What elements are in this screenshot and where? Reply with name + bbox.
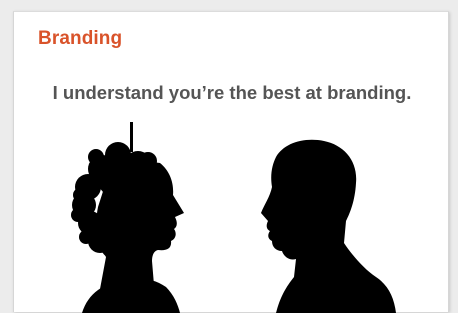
- silhouettes-illustration: [71, 122, 396, 313]
- man-silhouette: [261, 139, 396, 313]
- slide-title: Branding: [38, 28, 123, 49]
- woman-silhouette: [71, 122, 184, 313]
- slide-card: Branding I understand you’re the best at…: [13, 11, 449, 313]
- slide-caption: I understand you’re the best at branding…: [52, 82, 412, 103]
